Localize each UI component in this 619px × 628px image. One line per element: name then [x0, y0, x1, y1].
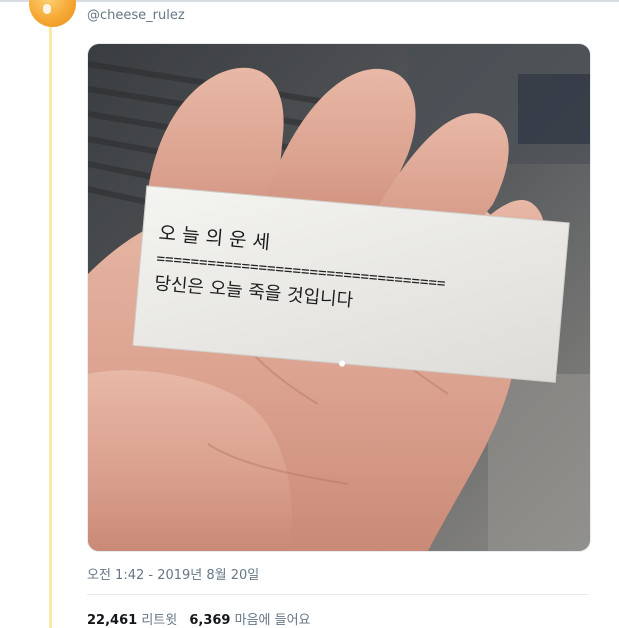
avatar[interactable]	[29, 0, 76, 27]
stats-divider	[87, 594, 589, 595]
likes-count[interactable]: 6,369	[189, 613, 230, 628]
top-divider	[0, 0, 619, 2]
retweets-count[interactable]: 22,461	[87, 613, 137, 628]
user-handle-link[interactable]: @cheese_rulez	[87, 8, 185, 23]
likes-label[interactable]: 마음에 들어요	[235, 613, 311, 628]
tweet-photo[interactable]: 오 늘 의 운 세 ==============================…	[87, 43, 591, 552]
thread-line	[49, 18, 52, 628]
tweet-timestamp[interactable]: 오전 1:42 - 2019년 8월 20일	[87, 564, 259, 583]
tweet-stats: 22,461 리트윗 6,369 마음에 들어요	[87, 609, 311, 628]
retweets-label[interactable]: 리트윗	[141, 613, 177, 628]
